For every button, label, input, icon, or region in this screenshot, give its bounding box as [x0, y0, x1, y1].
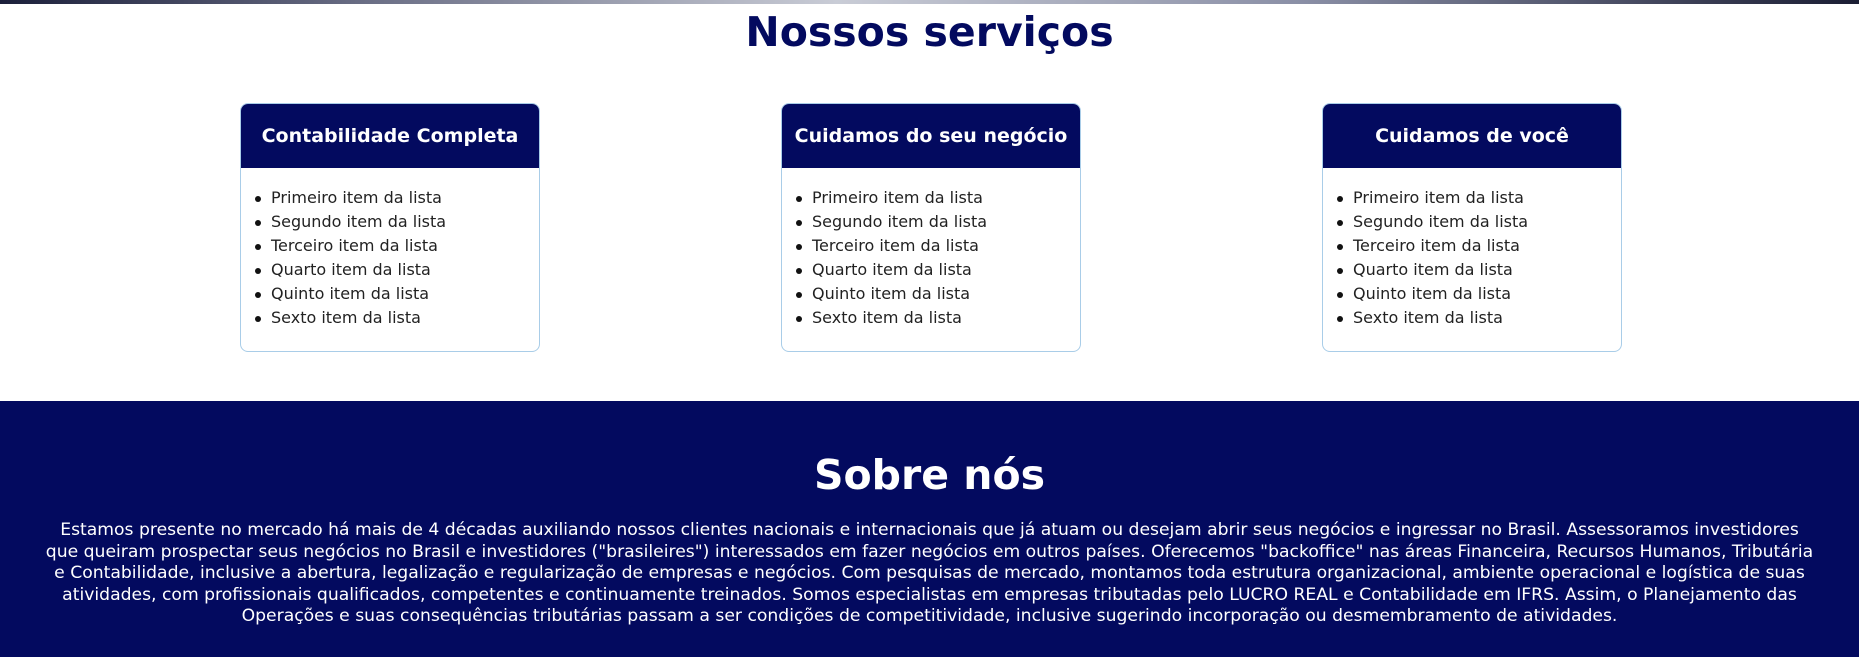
card-title: Cuidamos de você [1323, 104, 1621, 168]
list-item: Terceiro item da lista [796, 234, 1080, 258]
service-card-negocio: Cuidamos do seu negócio Primeiro item da… [781, 103, 1081, 352]
list-item: Terceiro item da lista [1337, 234, 1621, 258]
card-list: Primeiro item da lista Segundo item da l… [782, 168, 1080, 330]
about-title: Sobre nós [813, 451, 1046, 499]
services-title: Nossos serviços [745, 8, 1114, 56]
list-item: Sexto item da lista [1337, 306, 1621, 330]
list-item: Segundo item da lista [255, 210, 539, 234]
service-card-voce: Cuidamos de você Primeiro item da lista … [1322, 103, 1622, 352]
list-item: Quinto item da lista [1337, 282, 1621, 306]
list-item: Primeiro item da lista [796, 186, 1080, 210]
list-item: Sexto item da lista [796, 306, 1080, 330]
service-card-contabilidade: Contabilidade Completa Primeiro item da … [240, 103, 540, 352]
list-item: Quinto item da lista [255, 282, 539, 306]
list-item: Quinto item da lista [796, 282, 1080, 306]
list-item: Quarto item da lista [796, 258, 1080, 282]
about-paragraph: Estamos presente no mercado há mais de 4… [45, 520, 1814, 627]
list-item: Sexto item da lista [255, 306, 539, 330]
list-item: Segundo item da lista [1337, 210, 1621, 234]
about-section: Sobre nós Estamos presente no mercado há… [0, 401, 1859, 657]
list-item: Primeiro item da lista [255, 186, 539, 210]
card-title: Contabilidade Completa [241, 104, 539, 168]
services-section: Nossos serviços Contabilidade Completa P… [0, 4, 1859, 401]
list-item: Primeiro item da lista [1337, 186, 1621, 210]
card-list: Primeiro item da lista Segundo item da l… [1323, 168, 1621, 330]
list-item: Terceiro item da lista [255, 234, 539, 258]
card-title: Cuidamos do seu negócio [782, 104, 1080, 168]
list-item: Quarto item da lista [255, 258, 539, 282]
card-list: Primeiro item da lista Segundo item da l… [241, 168, 539, 330]
list-item: Segundo item da lista [796, 210, 1080, 234]
list-item: Quarto item da lista [1337, 258, 1621, 282]
